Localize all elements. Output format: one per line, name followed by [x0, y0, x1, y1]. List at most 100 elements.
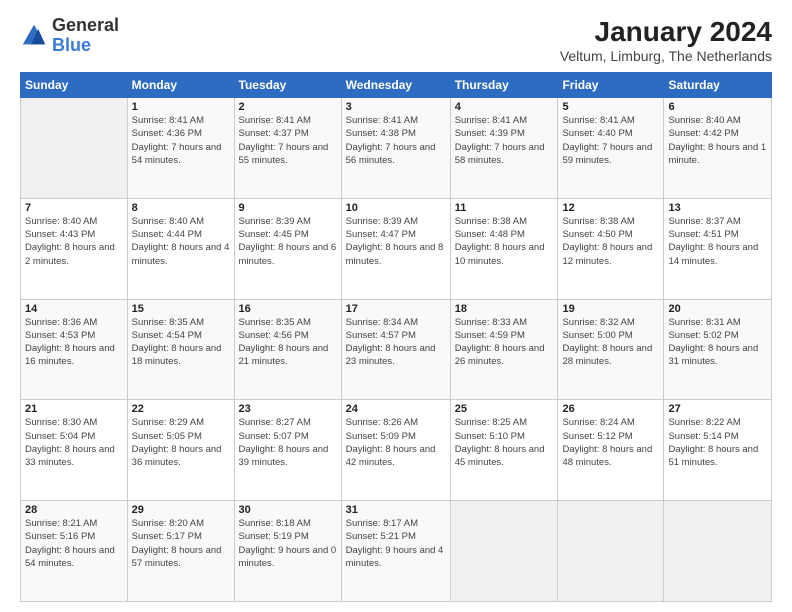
day-info: Sunrise: 8:33 AMSunset: 4:59 PMDaylight:…	[455, 316, 554, 369]
day-number: 21	[25, 403, 123, 415]
calendar-cell: 28Sunrise: 8:21 AMSunset: 5:16 PMDayligh…	[21, 501, 128, 602]
day-number: 22	[132, 403, 230, 415]
day-number: 13	[668, 202, 767, 214]
day-number: 18	[455, 303, 554, 315]
day-number: 26	[562, 403, 659, 415]
calendar-cell: 29Sunrise: 8:20 AMSunset: 5:17 PMDayligh…	[127, 501, 234, 602]
day-info: Sunrise: 8:34 AMSunset: 4:57 PMDaylight:…	[346, 316, 446, 369]
logo: General Blue	[20, 16, 119, 56]
day-info: Sunrise: 8:40 AMSunset: 4:44 PMDaylight:…	[132, 215, 230, 268]
calendar-cell: 31Sunrise: 8:17 AMSunset: 5:21 PMDayligh…	[341, 501, 450, 602]
day-info: Sunrise: 8:36 AMSunset: 4:53 PMDaylight:…	[25, 316, 123, 369]
calendar-cell	[450, 501, 558, 602]
day-number: 11	[455, 202, 554, 214]
calendar-cell: 11Sunrise: 8:38 AMSunset: 4:48 PMDayligh…	[450, 198, 558, 299]
calendar-cell: 26Sunrise: 8:24 AMSunset: 5:12 PMDayligh…	[558, 400, 664, 501]
day-info: Sunrise: 8:40 AMSunset: 4:42 PMDaylight:…	[668, 114, 767, 167]
calendar-cell: 1Sunrise: 8:41 AMSunset: 4:36 PMDaylight…	[127, 98, 234, 199]
day-number: 27	[668, 403, 767, 415]
day-number: 4	[455, 101, 554, 113]
calendar-cell: 16Sunrise: 8:35 AMSunset: 4:56 PMDayligh…	[234, 299, 341, 400]
day-number: 16	[239, 303, 337, 315]
calendar-cell: 3Sunrise: 8:41 AMSunset: 4:38 PMDaylight…	[341, 98, 450, 199]
calendar-cell: 18Sunrise: 8:33 AMSunset: 4:59 PMDayligh…	[450, 299, 558, 400]
header-day: Wednesday	[341, 73, 450, 98]
day-info: Sunrise: 8:37 AMSunset: 4:51 PMDaylight:…	[668, 215, 767, 268]
header-day: Sunday	[21, 73, 128, 98]
calendar-cell: 15Sunrise: 8:35 AMSunset: 4:54 PMDayligh…	[127, 299, 234, 400]
day-info: Sunrise: 8:21 AMSunset: 5:16 PMDaylight:…	[25, 517, 123, 570]
calendar-table: SundayMondayTuesdayWednesdayThursdayFrid…	[20, 72, 772, 602]
day-number: 8	[132, 202, 230, 214]
calendar-cell: 23Sunrise: 8:27 AMSunset: 5:07 PMDayligh…	[234, 400, 341, 501]
day-number: 9	[239, 202, 337, 214]
calendar-cell: 19Sunrise: 8:32 AMSunset: 5:00 PMDayligh…	[558, 299, 664, 400]
header-day: Friday	[558, 73, 664, 98]
header-day: Monday	[127, 73, 234, 98]
calendar-cell: 20Sunrise: 8:31 AMSunset: 5:02 PMDayligh…	[664, 299, 772, 400]
calendar-cell	[558, 501, 664, 602]
day-info: Sunrise: 8:18 AMSunset: 5:19 PMDaylight:…	[239, 517, 337, 570]
day-info: Sunrise: 8:17 AMSunset: 5:21 PMDaylight:…	[346, 517, 446, 570]
day-info: Sunrise: 8:41 AMSunset: 4:39 PMDaylight:…	[455, 114, 554, 167]
day-info: Sunrise: 8:29 AMSunset: 5:05 PMDaylight:…	[132, 416, 230, 469]
calendar-header-row: SundayMondayTuesdayWednesdayThursdayFrid…	[21, 73, 772, 98]
calendar-week-row: 28Sunrise: 8:21 AMSunset: 5:16 PMDayligh…	[21, 501, 772, 602]
calendar-cell: 10Sunrise: 8:39 AMSunset: 4:47 PMDayligh…	[341, 198, 450, 299]
calendar-cell	[21, 98, 128, 199]
header-day: Thursday	[450, 73, 558, 98]
calendar-title: January 2024	[560, 16, 772, 48]
day-info: Sunrise: 8:22 AMSunset: 5:14 PMDaylight:…	[668, 416, 767, 469]
day-info: Sunrise: 8:24 AMSunset: 5:12 PMDaylight:…	[562, 416, 659, 469]
day-number: 6	[668, 101, 767, 113]
page: General Blue January 2024 Veltum, Limbur…	[0, 0, 792, 612]
day-info: Sunrise: 8:38 AMSunset: 4:50 PMDaylight:…	[562, 215, 659, 268]
calendar-cell: 4Sunrise: 8:41 AMSunset: 4:39 PMDaylight…	[450, 98, 558, 199]
calendar-cell: 7Sunrise: 8:40 AMSunset: 4:43 PMDaylight…	[21, 198, 128, 299]
day-number: 24	[346, 403, 446, 415]
day-info: Sunrise: 8:27 AMSunset: 5:07 PMDaylight:…	[239, 416, 337, 469]
calendar-cell: 12Sunrise: 8:38 AMSunset: 4:50 PMDayligh…	[558, 198, 664, 299]
day-info: Sunrise: 8:26 AMSunset: 5:09 PMDaylight:…	[346, 416, 446, 469]
header: General Blue January 2024 Veltum, Limbur…	[20, 16, 772, 64]
day-number: 30	[239, 504, 337, 516]
day-number: 17	[346, 303, 446, 315]
calendar-week-row: 21Sunrise: 8:30 AMSunset: 5:04 PMDayligh…	[21, 400, 772, 501]
calendar-cell: 17Sunrise: 8:34 AMSunset: 4:57 PMDayligh…	[341, 299, 450, 400]
day-info: Sunrise: 8:41 AMSunset: 4:36 PMDaylight:…	[132, 114, 230, 167]
calendar-cell: 6Sunrise: 8:40 AMSunset: 4:42 PMDaylight…	[664, 98, 772, 199]
day-number: 14	[25, 303, 123, 315]
calendar-cell: 9Sunrise: 8:39 AMSunset: 4:45 PMDaylight…	[234, 198, 341, 299]
title-block: January 2024 Veltum, Limburg, The Nether…	[560, 16, 772, 64]
logo-line1: General	[52, 16, 119, 36]
day-number: 7	[25, 202, 123, 214]
day-number: 20	[668, 303, 767, 315]
logo-text: General Blue	[52, 16, 119, 56]
day-info: Sunrise: 8:32 AMSunset: 5:00 PMDaylight:…	[562, 316, 659, 369]
calendar-cell: 5Sunrise: 8:41 AMSunset: 4:40 PMDaylight…	[558, 98, 664, 199]
day-number: 5	[562, 101, 659, 113]
calendar-cell: 13Sunrise: 8:37 AMSunset: 4:51 PMDayligh…	[664, 198, 772, 299]
header-day: Saturday	[664, 73, 772, 98]
logo-icon	[20, 22, 48, 50]
day-info: Sunrise: 8:30 AMSunset: 5:04 PMDaylight:…	[25, 416, 123, 469]
calendar-cell: 27Sunrise: 8:22 AMSunset: 5:14 PMDayligh…	[664, 400, 772, 501]
day-info: Sunrise: 8:25 AMSunset: 5:10 PMDaylight:…	[455, 416, 554, 469]
calendar-cell	[664, 501, 772, 602]
day-number: 25	[455, 403, 554, 415]
day-number: 10	[346, 202, 446, 214]
day-info: Sunrise: 8:40 AMSunset: 4:43 PMDaylight:…	[25, 215, 123, 268]
logo-line2: Blue	[52, 36, 119, 56]
calendar-cell: 22Sunrise: 8:29 AMSunset: 5:05 PMDayligh…	[127, 400, 234, 501]
calendar-cell: 2Sunrise: 8:41 AMSunset: 4:37 PMDaylight…	[234, 98, 341, 199]
day-number: 1	[132, 101, 230, 113]
calendar-cell: 25Sunrise: 8:25 AMSunset: 5:10 PMDayligh…	[450, 400, 558, 501]
day-info: Sunrise: 8:35 AMSunset: 4:56 PMDaylight:…	[239, 316, 337, 369]
day-number: 12	[562, 202, 659, 214]
day-info: Sunrise: 8:38 AMSunset: 4:48 PMDaylight:…	[455, 215, 554, 268]
day-info: Sunrise: 8:20 AMSunset: 5:17 PMDaylight:…	[132, 517, 230, 570]
day-number: 2	[239, 101, 337, 113]
header-day: Tuesday	[234, 73, 341, 98]
day-number: 23	[239, 403, 337, 415]
day-number: 15	[132, 303, 230, 315]
